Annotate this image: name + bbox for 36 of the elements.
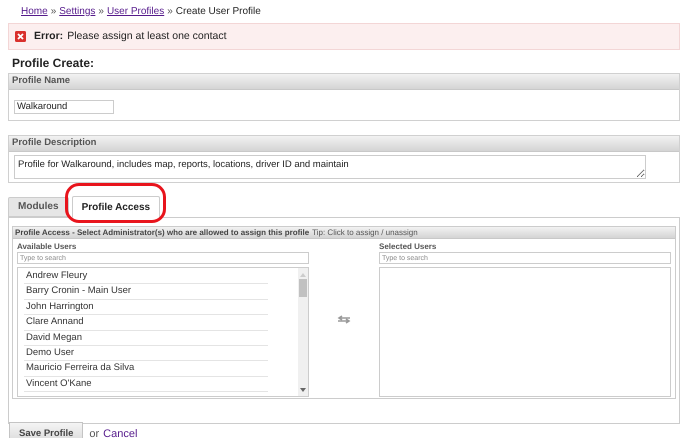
save-profile-button[interactable]: Save Profile [9,422,84,438]
breadcrumb-link[interactable]: Settings [59,4,96,18]
profile-description-textarea[interactable]: Profile for Walkaround, includes map, reports, locations, driver ID and maintain [14,155,646,179]
breadcrumb-separator: » [50,4,56,18]
user-list-item[interactable]: John Harrington [24,300,268,316]
user-list-item[interactable]: Vincent O'Kane [24,376,268,392]
available-users-label: Available Users [17,241,78,252]
profile-name-input[interactable]: Walkaround [14,100,114,114]
breadcrumb-link[interactable]: User Profiles [106,4,164,18]
user-list-item[interactable]: Demo User [24,346,268,362]
user-list-item[interactable]: Andrew Fleury [24,269,268,284]
scrollbar[interactable] [298,268,308,396]
user-list-item[interactable]: Barry Cronin - Main User [24,284,268,300]
error-message: Please assign at least one contact [67,28,227,44]
or-text: or [89,426,100,438]
error-label: Error: [34,28,64,44]
selected-users-label: Selected Users [379,241,438,252]
tab[interactable]: Modules [8,196,69,216]
scroll-down-icon[interactable] [300,387,306,393]
scrollbar-thumb[interactable] [299,279,307,297]
transfer-arrows-icon[interactable] [337,314,351,324]
breadcrumb-separator: » [98,4,104,18]
breadcrumb-separator: » [167,4,173,18]
profile-name-label: Profile Name [9,74,679,90]
cancel-link[interactable]: Cancel [103,426,138,438]
breadcrumb-current: Create User Profile [176,4,261,18]
error-icon [15,31,26,42]
profile-description-label: Profile Description [9,136,679,152]
access-panel-title: Profile Access - Select Administrator(s) who are allowed to assign this profile [15,226,310,238]
user-list-item[interactable]: Mauricio Ferreira da Silva [24,361,268,377]
user-list-item[interactable]: Clare Annand [24,315,268,331]
tab[interactable]: Profile Access [72,196,160,218]
form-heading: Profile Create: [12,55,96,72]
user-list-item[interactable]: David Megan [24,330,268,346]
access-panel-tip: Tip: Click to assign / unassign [312,226,418,238]
breadcrumb-link[interactable]: Home [21,4,48,18]
